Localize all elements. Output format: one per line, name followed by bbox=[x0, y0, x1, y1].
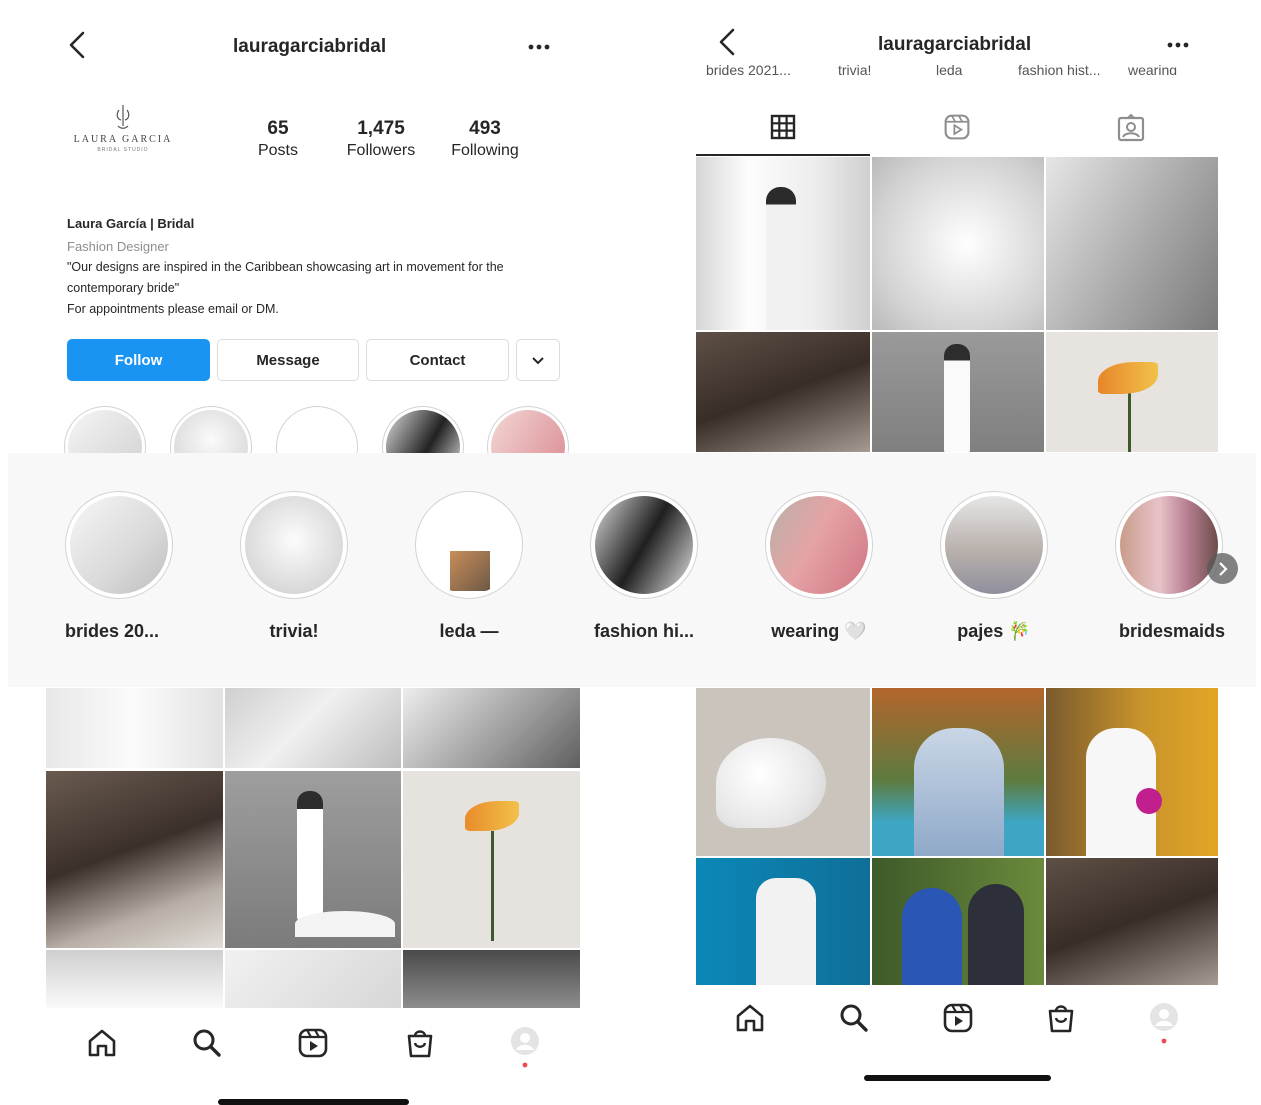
highlight-wearing[interactable] bbox=[765, 491, 873, 599]
contact-button[interactable]: Contact bbox=[366, 339, 509, 381]
profile-icon[interactable] bbox=[1149, 1002, 1179, 1046]
username-header: lauragarciabridal bbox=[878, 34, 1032, 55]
highlight-label: brides 20... bbox=[64, 621, 160, 641]
post-thumb[interactable] bbox=[403, 950, 580, 1008]
post-thumb[interactable] bbox=[403, 771, 580, 948]
reels-icon[interactable] bbox=[942, 1002, 974, 1034]
post-thumb[interactable] bbox=[46, 771, 223, 948]
bio-line-3: For appointments please email or DM. bbox=[67, 302, 279, 316]
shop-icon[interactable] bbox=[1045, 1002, 1077, 1034]
username-header: lauragarciabridal bbox=[233, 36, 387, 57]
post-thumb[interactable] bbox=[225, 950, 401, 1008]
post-thumb[interactable] bbox=[46, 688, 223, 768]
suggested-dropdown-button[interactable] bbox=[516, 339, 560, 381]
post-thumb[interactable] bbox=[1046, 332, 1218, 452]
highlight-pajes[interactable] bbox=[940, 491, 1048, 599]
search-icon[interactable] bbox=[838, 1002, 870, 1034]
home-indicator bbox=[218, 1099, 409, 1105]
tab-grid[interactable] bbox=[696, 100, 870, 156]
reels-icon[interactable] bbox=[297, 1027, 329, 1059]
post-thumb[interactable] bbox=[872, 157, 1044, 330]
highlight-leda[interactable] bbox=[415, 491, 523, 599]
post-thumb[interactable] bbox=[1046, 157, 1218, 330]
profile-icon[interactable] bbox=[510, 1026, 540, 1070]
post-thumb[interactable] bbox=[872, 688, 1044, 856]
grid-icon bbox=[770, 114, 796, 140]
highlight-label: bridesmaids bbox=[1118, 621, 1226, 641]
bio-line-1: "Our designs are inspired in the Caribbe… bbox=[67, 260, 504, 274]
post-thumb[interactable] bbox=[696, 157, 870, 330]
shop-icon[interactable] bbox=[404, 1027, 436, 1059]
story-highlights-band: brides 20... trivia! leda — fashion hi..… bbox=[8, 453, 1256, 687]
reels-icon bbox=[943, 113, 971, 141]
profile-avatar-logo[interactable]: LAURA GARCIA BRIDAL STUDIO bbox=[64, 98, 182, 162]
post-thumb[interactable] bbox=[46, 950, 223, 1008]
logo-sub: BRIDAL STUDIO bbox=[97, 147, 149, 153]
more-icon[interactable] bbox=[1167, 41, 1189, 49]
post-thumb[interactable] bbox=[696, 688, 870, 856]
home-icon[interactable] bbox=[86, 1027, 118, 1059]
bio-name: Laura García | Bridal bbox=[67, 216, 195, 231]
follow-button[interactable]: Follow bbox=[67, 339, 210, 381]
highlight-label: wearing 🤍 bbox=[771, 621, 867, 641]
message-button[interactable]: Message bbox=[217, 339, 359, 381]
chevron-down-icon bbox=[532, 352, 544, 369]
post-thumb[interactable] bbox=[403, 688, 580, 768]
post-thumb[interactable] bbox=[225, 771, 401, 948]
tagged-icon bbox=[1116, 113, 1146, 143]
more-icon[interactable] bbox=[528, 43, 550, 51]
tab-reels[interactable] bbox=[870, 100, 1044, 156]
home-indicator bbox=[864, 1075, 1051, 1081]
stat-followers[interactable]: 1,475 Followers bbox=[340, 118, 422, 160]
post-thumb[interactable] bbox=[225, 688, 401, 768]
stat-posts[interactable]: 65 Posts bbox=[248, 118, 308, 160]
chevron-right-icon bbox=[1218, 562, 1228, 576]
highlight-label: fashion hi... bbox=[593, 621, 694, 641]
highlight-brides[interactable] bbox=[65, 491, 173, 599]
highlight-bridesmaids[interactable] bbox=[1115, 491, 1223, 599]
highlight-label: leda — bbox=[439, 621, 499, 641]
bio-category: Fashion Designer bbox=[67, 239, 169, 254]
next-highlight-button[interactable] bbox=[1207, 553, 1238, 584]
highlight-label: trivia! bbox=[269, 621, 319, 641]
search-icon[interactable] bbox=[191, 1027, 223, 1059]
post-thumb[interactable] bbox=[1046, 688, 1218, 856]
home-icon[interactable] bbox=[734, 1002, 766, 1034]
brand-monogram-icon bbox=[116, 105, 130, 129]
back-arrow-icon[interactable] bbox=[716, 27, 738, 57]
highlight-label: pajes 🎋 bbox=[957, 621, 1031, 641]
tab-tagged[interactable] bbox=[1044, 100, 1218, 156]
bio-line-2: contemporary bride" bbox=[67, 281, 180, 295]
highlight-trivia[interactable] bbox=[240, 491, 348, 599]
post-thumb[interactable] bbox=[1046, 858, 1218, 985]
post-thumb[interactable] bbox=[872, 858, 1044, 985]
clipped-highlight-labels: brides 2021... trivia! leda fashion hist… bbox=[706, 62, 1178, 75]
post-thumb[interactable] bbox=[696, 858, 870, 985]
back-arrow-icon[interactable] bbox=[66, 30, 88, 60]
post-thumb[interactable] bbox=[696, 332, 870, 452]
post-thumb[interactable] bbox=[872, 332, 1044, 452]
highlight-fashion-history[interactable] bbox=[590, 491, 698, 599]
stat-following[interactable]: 493 Following bbox=[446, 118, 524, 160]
logo-name: LAURA GARCIA bbox=[73, 134, 173, 145]
